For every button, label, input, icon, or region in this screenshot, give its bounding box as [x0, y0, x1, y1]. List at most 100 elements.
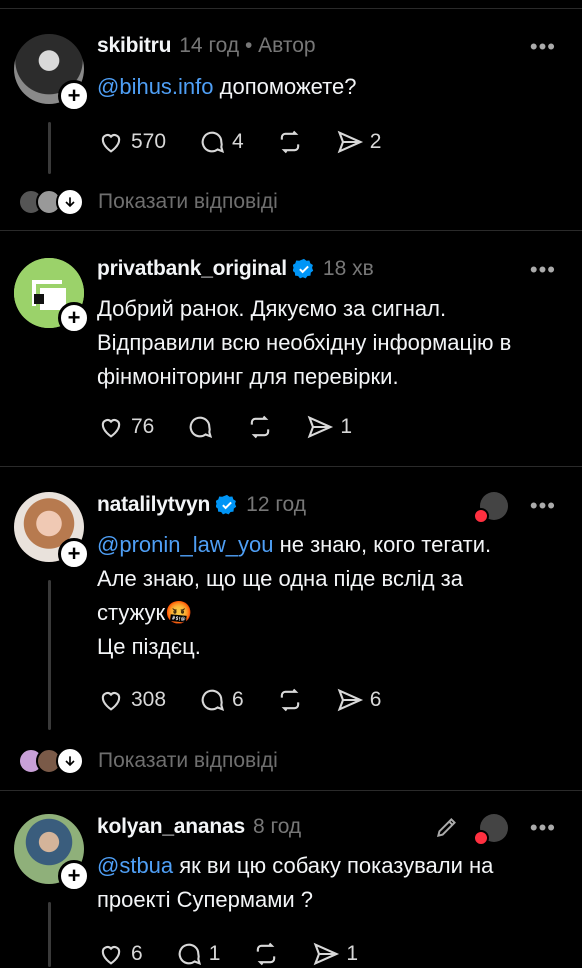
- verified-icon: [216, 494, 237, 515]
- share-icon: [314, 942, 340, 966]
- post-meta: 18 хв: [322, 257, 374, 280]
- post-text-line: проекті Супермами ?: [97, 887, 313, 912]
- more-icon[interactable]: •••: [530, 493, 556, 519]
- comment-count: 1: [208, 942, 221, 965]
- username[interactable]: privatbank_original: [97, 257, 287, 281]
- repost-icon: [257, 942, 276, 966]
- action-bar: 308 6 6: [97, 686, 413, 714]
- post-header: natalilytvyn 12 год: [97, 493, 306, 517]
- repost-button[interactable]: [246, 413, 274, 441]
- heart-badge-icon: [473, 830, 489, 846]
- comment-icon: [190, 416, 213, 439]
- post-text: @pronin_law_you не знаю, кого тегати. Ал…: [97, 528, 567, 664]
- post-meta: 8 год: [252, 815, 302, 838]
- comment-button[interactable]: 6: [198, 686, 244, 714]
- post-header: privatbank_original 18 хв: [97, 257, 374, 281]
- like-button[interactable]: 76: [97, 413, 154, 441]
- action-bar: 6 1 1: [97, 940, 390, 968]
- chevron-down-icon: [56, 747, 84, 775]
- like-count: 76: [131, 415, 155, 438]
- post-text: Добрий ранок. Дякуємо за сигнал. Відправ…: [97, 296, 512, 389]
- comment-button[interactable]: [186, 413, 214, 441]
- mention-link[interactable]: @bihus.info: [97, 74, 214, 99]
- share-icon: [337, 688, 363, 712]
- angry-emoji-icon: 🤬: [165, 600, 193, 625]
- chevron-down-icon: [56, 188, 84, 216]
- pencil-icon[interactable]: [434, 814, 460, 840]
- heart-icon: [101, 134, 121, 153]
- thread-line: [48, 580, 51, 730]
- follow-plus-icon[interactable]: +: [58, 860, 90, 892]
- comment-button[interactable]: 1: [175, 940, 221, 968]
- comment-count: 4: [232, 130, 244, 153]
- more-icon[interactable]: •••: [530, 815, 556, 841]
- mention-link[interactable]: @pronin_law_you: [97, 532, 273, 557]
- username[interactable]: natalilytvyn: [97, 493, 210, 517]
- repost-icon: [280, 688, 299, 712]
- repost-button[interactable]: [252, 940, 280, 968]
- post-divider: [0, 466, 582, 467]
- repost-button[interactable]: [276, 686, 304, 714]
- like-button[interactable]: 570: [97, 128, 166, 156]
- top-divider: [0, 8, 582, 9]
- verified-icon: [292, 258, 314, 279]
- heart-icon: [101, 946, 121, 965]
- post-meta: 12 год: [246, 493, 307, 516]
- share-count: 2: [369, 130, 382, 153]
- post-text-line: Але знаю, що ще одна піде вслід за: [97, 566, 463, 591]
- share-button[interactable]: 1: [306, 413, 352, 441]
- share-icon: [337, 130, 363, 154]
- share-button[interactable]: 2: [336, 128, 382, 156]
- post-header: kolyan_ananas 8 год: [97, 815, 301, 839]
- post-meta: 14 год • Автор: [179, 34, 316, 57]
- comment-icon: [178, 943, 201, 966]
- like-count: 570: [131, 130, 167, 153]
- show-replies[interactable]: Показати відповіді: [18, 188, 278, 216]
- username[interactable]: kolyan_ananas: [97, 815, 245, 839]
- repost-button[interactable]: [276, 128, 304, 156]
- show-replies-label: Показати відповіді: [98, 190, 278, 213]
- action-bar: 76 1: [97, 413, 384, 441]
- heart-icon: [101, 419, 121, 438]
- share-count: 6: [369, 688, 382, 711]
- follow-plus-icon[interactable]: +: [58, 80, 90, 112]
- like-count: 6: [131, 942, 143, 965]
- post-text: @stbua як ви цю собаку показували на про…: [97, 849, 567, 917]
- follow-plus-icon[interactable]: +: [58, 302, 90, 334]
- post-header: skibitru 14 год • Автор: [97, 34, 316, 58]
- comment-icon: [201, 131, 225, 154]
- repost-icon: [280, 130, 299, 154]
- thread-line: [48, 902, 51, 967]
- post-text-body: допоможете?: [213, 74, 357, 99]
- post-text-word: стужук: [97, 600, 166, 625]
- post-text-line: не знаю, кого тегати.: [273, 532, 492, 557]
- post-text-line: Це піздєц.: [97, 634, 201, 659]
- follow-plus-icon[interactable]: +: [58, 538, 90, 570]
- heart-icon: [101, 692, 121, 711]
- more-icon[interactable]: •••: [530, 34, 556, 60]
- more-icon[interactable]: •••: [530, 257, 556, 283]
- like-button[interactable]: 308: [97, 686, 166, 714]
- heart-badge-icon: [473, 508, 489, 524]
- show-replies-label: Показати відповіді: [98, 749, 278, 772]
- share-count: 1: [346, 942, 359, 965]
- post-text-line: стужук🤬: [97, 596, 567, 630]
- username[interactable]: skibitru: [97, 34, 171, 58]
- share-icon: [307, 415, 334, 439]
- post-text-line: як ви цю собаку показували на: [173, 853, 494, 878]
- repost-icon: [251, 415, 270, 439]
- post-text: @bihus.info допоможете?: [97, 70, 567, 104]
- mention-link[interactable]: @stbua: [97, 853, 173, 878]
- comment-button[interactable]: 4: [198, 128, 244, 156]
- post-divider: [0, 230, 582, 231]
- like-button[interactable]: 6: [97, 940, 143, 968]
- comment-count: 6: [232, 688, 244, 711]
- share-button[interactable]: 1: [312, 940, 358, 968]
- comment-icon: [201, 689, 225, 712]
- share-count: 1: [340, 415, 353, 438]
- show-replies[interactable]: Показати відповіді: [18, 747, 278, 775]
- post-divider: [0, 790, 582, 791]
- share-button[interactable]: 6: [336, 686, 382, 714]
- thread-line: [48, 122, 51, 174]
- action-bar: 570 4 2: [97, 128, 413, 156]
